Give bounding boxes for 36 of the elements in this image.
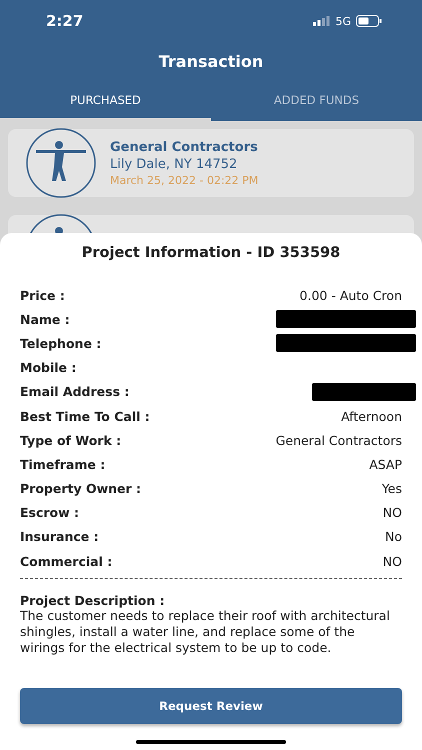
worker-icon: [26, 128, 96, 198]
network-label: 5G: [335, 14, 351, 28]
tab[interactable]: ADDED FUNDS: [211, 89, 422, 121]
field-label: Escrow :: [20, 505, 80, 520]
screen-title: Transaction: [158, 51, 264, 73]
field-label: Type of Work :: [20, 432, 122, 448]
tab[interactable]: PURCHASED: [0, 89, 211, 121]
description-label: Project Description :: [20, 593, 166, 608]
field-label: Name :: [20, 312, 70, 327]
transaction-card[interactable]: General Contractors Lily Dale, NY 14752 March 25, 2022 - 02:22 PM: [8, 129, 414, 197]
field-label: Insurance :: [20, 529, 99, 544]
signal-icon: [313, 16, 330, 26]
field-value: General Contractors: [276, 432, 402, 448]
field-label: Telephone :: [20, 336, 102, 351]
card-date: March 25, 2022 - 02:22 PM: [110, 174, 258, 186]
field-value: ASAP: [369, 456, 402, 472]
field-value: 0.00 - Auto Cron: [300, 288, 402, 303]
battery-icon: [356, 15, 382, 27]
field-label: Commercial :: [20, 554, 112, 569]
request-review-button[interactable]: Request Review: [20, 688, 402, 724]
field-label: Best Time To Call :: [20, 408, 150, 424]
field-label: Price :: [20, 288, 65, 303]
status-time: 2:27: [46, 12, 84, 30]
field-label: Mobile :: [20, 360, 76, 376]
field-value: NO: [382, 554, 402, 569]
field-label: Email Address :: [20, 384, 130, 400]
field-value: Yes: [382, 481, 402, 496]
field-value: No: [385, 529, 402, 544]
field-value: NO: [382, 505, 402, 520]
card-title: General Contractors: [110, 140, 258, 154]
field-label: Timeframe :: [20, 456, 106, 472]
field-value: Afternoon: [341, 408, 402, 424]
field-label: Property Owner :: [20, 481, 142, 496]
sheet-title: Project Information - ID 353598: [80, 245, 342, 261]
card-location: Lily Dale, NY 14752: [110, 156, 238, 172]
description-text: The customer needs to replace their roof with architectural shingles, install a water line, and replace some of the wirings for the electrical system to be up to code.: [20, 608, 391, 656]
